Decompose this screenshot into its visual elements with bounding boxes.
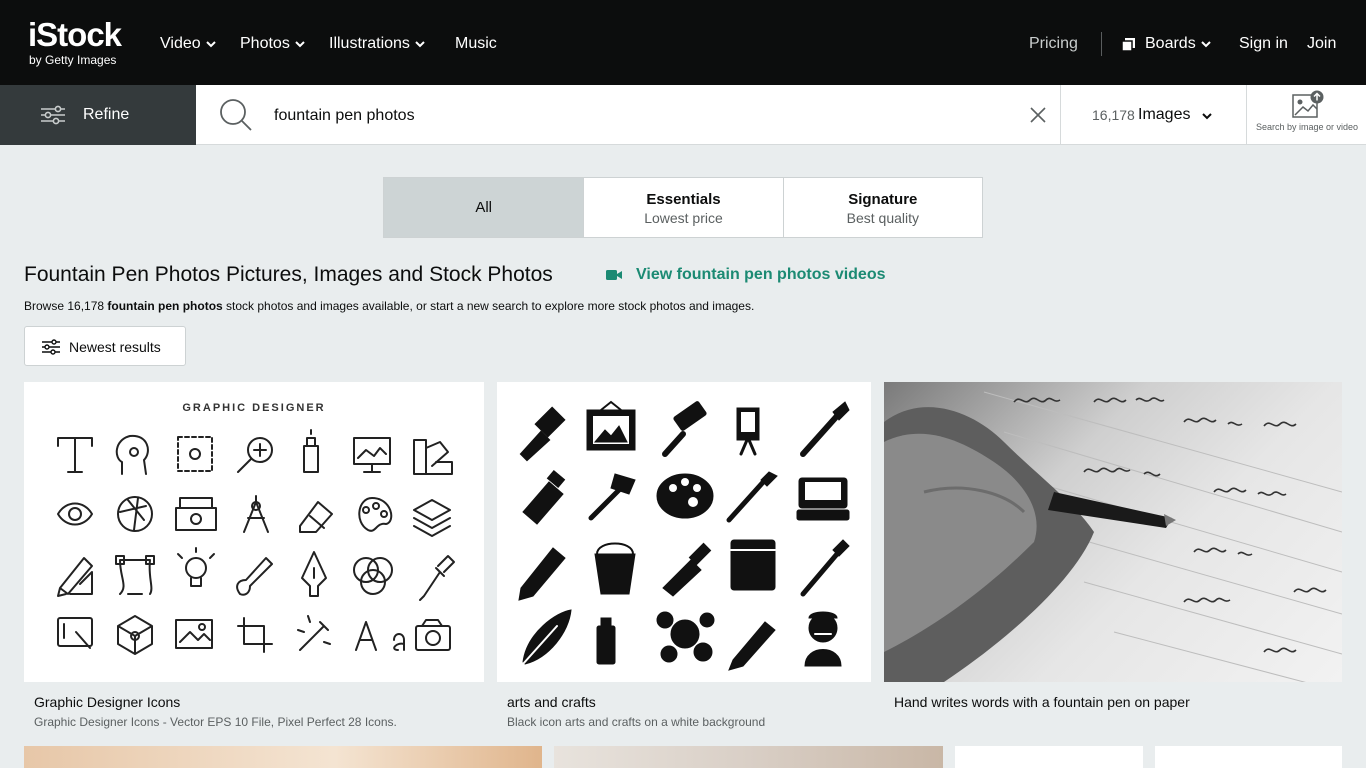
- chevron-down-icon: [1200, 41, 1211, 48]
- result-image[interactable]: [884, 382, 1342, 682]
- nav-illustrations[interactable]: Illustrations: [329, 33, 426, 55]
- arts-and-crafts-icon-grid: [518, 400, 850, 671]
- result-image-row2[interactable]: [554, 746, 943, 768]
- result-image[interactable]: [497, 382, 871, 682]
- clear-icon[interactable]: [1029, 106, 1047, 124]
- chevron-down-icon: [295, 41, 305, 48]
- media-type-label: Images: [1138, 106, 1191, 123]
- pricing-link[interactable]: Pricing: [1029, 33, 1078, 55]
- boards-menu[interactable]: Boards: [1121, 33, 1212, 55]
- tab-all-label: All: [475, 199, 492, 216]
- video-camera-icon: [606, 270, 622, 280]
- tab-essentials[interactable]: Essentials Lowest price: [583, 178, 782, 237]
- result-title[interactable]: arts and crafts: [507, 694, 596, 710]
- tab-essentials-subtitle: Lowest price: [644, 210, 723, 226]
- nav-music-label: Music: [455, 35, 497, 52]
- join-link[interactable]: Join: [1307, 33, 1336, 55]
- result-subtitle: Black icon arts and crafts on a white ba…: [507, 715, 766, 729]
- header-divider: [1101, 32, 1102, 56]
- browse-term: fountain pen photos: [107, 299, 223, 313]
- view-videos-label: View fountain pen photos videos: [636, 266, 886, 283]
- sort-label: Newest results: [69, 339, 161, 355]
- tab-signature-subtitle: Best quality: [846, 210, 919, 226]
- browse-description: Browse 16,178 fountain pen photos stock …: [24, 297, 754, 315]
- refine-button[interactable]: Refine: [0, 85, 196, 145]
- page-title: Fountain Pen Photos Pictures, Images and…: [24, 263, 553, 286]
- browse-prefix: Browse 16,178: [24, 299, 108, 313]
- nav-video[interactable]: Video: [160, 33, 217, 55]
- tab-signature[interactable]: Signature Best quality: [782, 178, 982, 237]
- chevron-down-icon: [205, 41, 216, 48]
- media-type-dropdown[interactable]: 16,178 Images: [1060, 85, 1246, 145]
- search-icon[interactable]: [218, 97, 254, 133]
- logo-wordmark: iStock: [28, 16, 122, 53]
- result-image[interactable]: GRAPHIC DESIGNER: [24, 382, 484, 682]
- result-image-row2[interactable]: [955, 746, 1143, 768]
- signin-link[interactable]: Sign in: [1239, 33, 1288, 55]
- chevron-down-icon: [415, 41, 425, 48]
- result-image-row2[interactable]: [24, 746, 542, 768]
- tab-all[interactable]: All: [384, 178, 584, 237]
- result-title[interactable]: Hand writes words with a fountain pen on…: [894, 694, 1190, 710]
- search-by-image-icon: [1292, 90, 1324, 118]
- view-videos-link[interactable]: View fountain pen photos videos: [606, 264, 886, 286]
- tab-signature-label: Signature: [848, 191, 918, 208]
- logo-tagline: by Getty Images: [29, 53, 117, 67]
- sort-button[interactable]: Newest results: [24, 326, 186, 366]
- nav-video-label: Video: [160, 35, 201, 52]
- sliders-icon: [41, 105, 65, 125]
- graphic-designer-icon-grid: [57, 429, 455, 655]
- browse-suffix: stock photos and images available, or st…: [222, 299, 755, 313]
- result-title[interactable]: Graphic Designer Icons: [34, 694, 180, 710]
- nav-photos[interactable]: Photos: [240, 33, 306, 55]
- chevron-down-icon: [1202, 113, 1212, 120]
- boards-icon: [1121, 38, 1135, 52]
- istock-logo[interactable]: iStock by Getty Images: [28, 18, 140, 68]
- nav-photos-label: Photos: [240, 35, 290, 52]
- nav-music[interactable]: Music: [455, 33, 497, 55]
- nav-illustrations-label: Illustrations: [329, 35, 410, 52]
- search-by-image-button[interactable]: Search by image or video: [1246, 85, 1366, 145]
- search-by-image-label: Search by image or video: [1255, 122, 1359, 132]
- result-image-row2[interactable]: [1155, 746, 1342, 768]
- result-subtitle: Graphic Designer Icons - Vector EPS 10 F…: [34, 715, 397, 729]
- search-input[interactable]: [274, 105, 994, 127]
- refine-label: Refine: [83, 106, 130, 123]
- boards-label: Boards: [1145, 35, 1196, 52]
- handwriting-photo: [884, 391, 1342, 682]
- search-box: [196, 85, 1060, 145]
- top-header: iStock by Getty Images Video Photos Illu…: [0, 0, 1366, 85]
- license-tabs: All Essentials Lowest price Signature Be…: [383, 177, 983, 238]
- tab-essentials-label: Essentials: [646, 191, 721, 208]
- sliders-icon: [42, 339, 60, 355]
- result-count: 16,178: [1092, 107, 1135, 123]
